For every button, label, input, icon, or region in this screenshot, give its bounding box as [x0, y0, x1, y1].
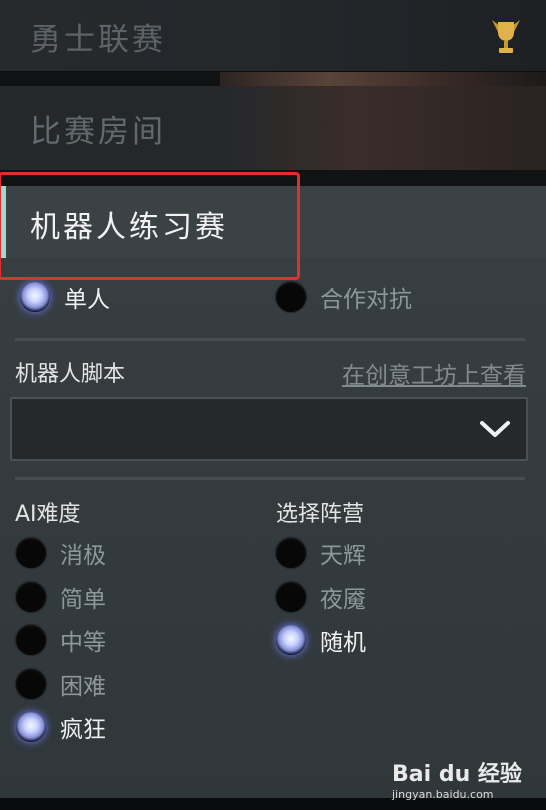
radio-label: 单人 [64, 287, 110, 313]
radio-label: 疯狂 [60, 717, 106, 743]
radio-unselected-icon [16, 669, 46, 699]
radio-unselected-icon [276, 582, 306, 612]
annotation-highlight-box [0, 172, 300, 280]
menu-item-lobby[interactable]: 比赛房间 [0, 72, 546, 170]
radio-unselected-icon [16, 625, 46, 655]
radio-difficulty-medium[interactable]: 中等 [16, 623, 106, 657]
radio-selected-icon [16, 712, 46, 742]
radio-label: 消极 [60, 543, 106, 569]
radio-selected-icon [276, 625, 306, 655]
ai-difficulty-title: AI难度 [15, 502, 81, 527]
divider [15, 338, 525, 341]
radio-faction-dire[interactable]: 夜魇 [276, 580, 366, 614]
radio-faction-radiant[interactable]: 天辉 [276, 536, 366, 570]
watermark-logo: Bai du 经验 [392, 762, 522, 787]
menu-item-battle-cup[interactable]: 勇士联赛 [0, 0, 546, 72]
radio-coop[interactable]: 合作对抗 [276, 280, 412, 314]
chevron-down-icon [480, 421, 510, 437]
radio-selected-icon [20, 282, 50, 312]
menu-item-label: 比赛房间 [30, 114, 166, 150]
radio-unselected-icon [276, 538, 306, 568]
menu-item-label: 勇士联赛 [30, 22, 166, 58]
radio-label: 天辉 [320, 543, 366, 569]
radio-label: 夜魇 [320, 587, 366, 613]
radio-unselected-icon [276, 282, 306, 312]
radio-label: 中等 [60, 630, 106, 656]
radio-difficulty-hard[interactable]: 困难 [16, 667, 106, 701]
radio-unselected-icon [16, 582, 46, 612]
watermark-url: jingyan.baidu.com [392, 788, 494, 801]
trophy-icon [492, 20, 520, 53]
bot-practice-panel: 单人 合作对抗 机器人脚本 在创意工坊上查看 AI难度 选择阵营 消极 简单 中… [0, 258, 546, 810]
radio-solo[interactable]: 单人 [20, 280, 110, 314]
radio-difficulty-unfair[interactable]: 疯狂 [16, 710, 106, 744]
watermark: Bai du 经验 jingyan.baidu.com [392, 756, 542, 808]
radio-unselected-icon [16, 538, 46, 568]
radio-faction-random[interactable]: 随机 [276, 623, 366, 657]
bot-script-title: 机器人脚本 [15, 362, 126, 387]
faction-title: 选择阵营 [276, 502, 365, 527]
bot-script-dropdown[interactable] [10, 397, 528, 461]
radio-difficulty-passive[interactable]: 消极 [16, 536, 106, 570]
radio-label: 随机 [320, 630, 366, 656]
workshop-link[interactable]: 在创意工坊上查看 [342, 356, 526, 390]
radio-label: 合作对抗 [320, 287, 412, 313]
divider [15, 477, 525, 480]
radio-label: 简单 [60, 587, 106, 613]
radio-label: 困难 [60, 674, 106, 700]
radio-difficulty-easy[interactable]: 简单 [16, 580, 106, 614]
